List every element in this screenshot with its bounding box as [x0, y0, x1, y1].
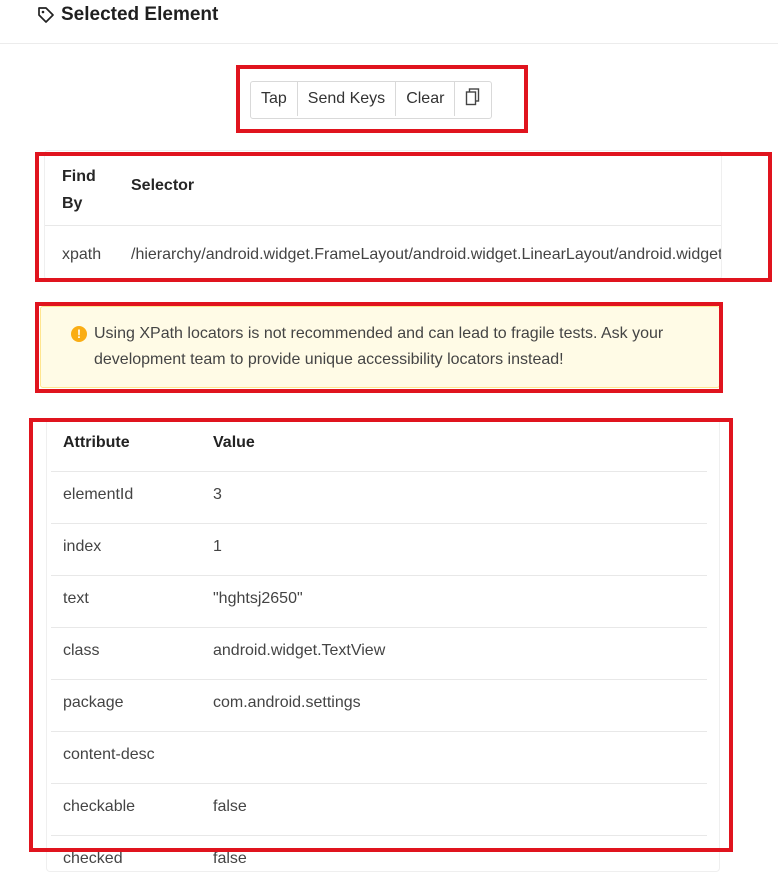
panel-title-text: Selected Element [61, 4, 219, 25]
panel-title: Selected Element [36, 4, 218, 26]
attribute-name: checked [63, 850, 123, 867]
highlight-box-warning [35, 302, 723, 393]
tag-icon [36, 5, 56, 25]
panel-header: Selected Element [0, 0, 778, 44]
highlight-box-attributes [29, 418, 733, 852]
highlight-box-actions [236, 65, 528, 133]
highlight-box-selector [35, 152, 772, 282]
attribute-value: false [213, 850, 247, 867]
